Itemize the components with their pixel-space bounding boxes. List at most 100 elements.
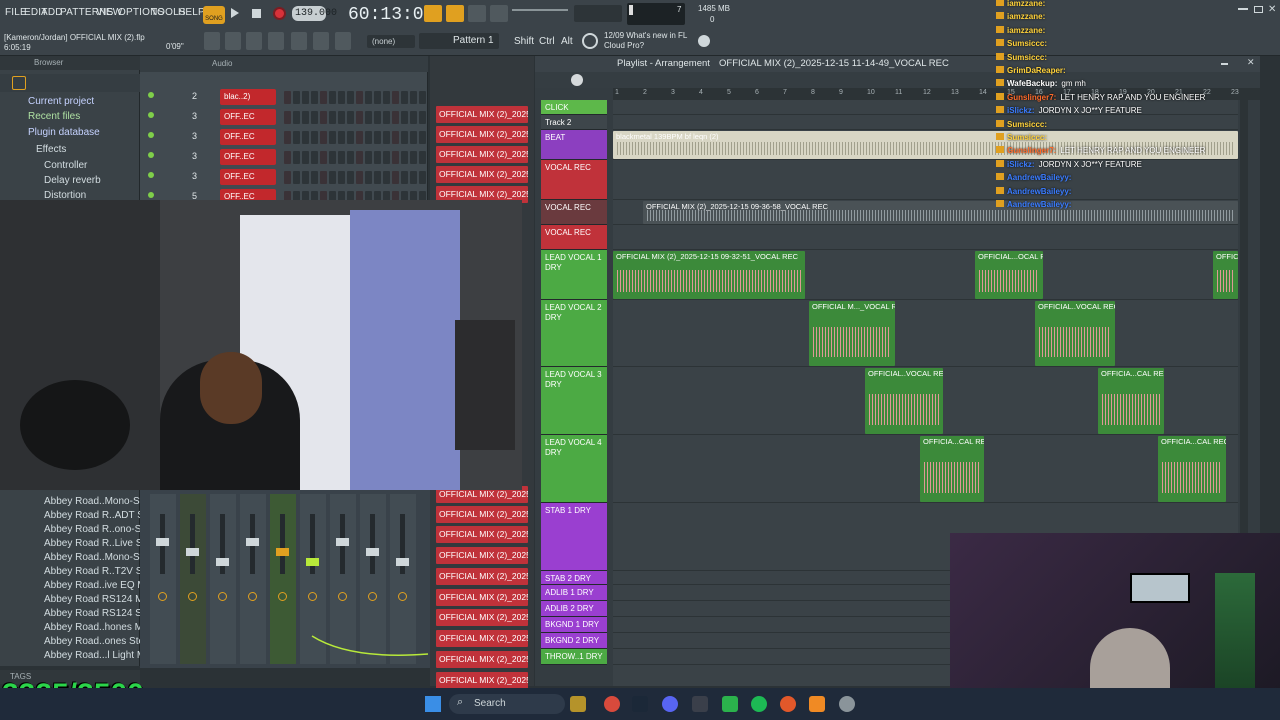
plugin-item[interactable]: Abbey Road..hones Mono — [0, 622, 140, 637]
lead-vocal-4-clip[interactable]: OFFICIA...CAL REC — [920, 436, 984, 502]
step-button[interactable] — [338, 171, 345, 184]
step-button[interactable] — [374, 151, 381, 164]
browser-icon[interactable] — [291, 32, 307, 50]
channel-name-button[interactable]: OFF..EC — [220, 109, 276, 125]
pattern-item[interactable]: OFFICIAL MIX (2)_2025-1... — [436, 609, 528, 626]
step-button[interactable] — [338, 131, 345, 144]
step-button[interactable] — [284, 131, 291, 144]
browser-item-distortion[interactable]: Distortion — [0, 190, 140, 200]
pattern-item[interactable]: OFFICIAL MIX (2)_2025-1... — [436, 672, 528, 689]
lead-vocal-1-clip-b[interactable]: OFFICIAL...OCAL REC — [975, 251, 1043, 299]
pan-knob-icon[interactable] — [308, 592, 317, 601]
step-button[interactable] — [410, 131, 417, 144]
step-button[interactable] — [374, 131, 381, 144]
track-header[interactable]: BEAT — [541, 130, 607, 160]
step-button[interactable] — [392, 111, 399, 124]
browser-item-controller[interactable]: Controller — [0, 160, 140, 175]
pattern-item[interactable]: OFFICIAL MIX (2)_2025-1... — [436, 506, 528, 523]
step-button[interactable] — [401, 171, 408, 184]
step-button[interactable] — [356, 171, 363, 184]
pan-knob-icon[interactable] — [338, 592, 347, 601]
browser-item-recent-files[interactable]: Recent files — [0, 111, 140, 126]
step-button[interactable] — [347, 111, 354, 124]
mixer-fader-handle[interactable] — [156, 538, 169, 546]
pattern-item[interactable]: OFFICIAL MIX (2)_2025-1... — [436, 526, 528, 543]
mixer-strip[interactable] — [210, 494, 236, 664]
metronome-icon[interactable] — [424, 5, 442, 22]
pattern-selector[interactable]: Pattern 1 — [419, 33, 499, 49]
shift-key[interactable]: Shift — [514, 36, 534, 47]
pan-knob-icon[interactable] — [248, 592, 257, 601]
menu-help[interactable]: HELP — [178, 7, 205, 18]
rack-filter-label[interactable]: Audio — [212, 59, 232, 68]
track-header[interactable]: LEAD VOCAL 2 DRY — [541, 300, 607, 367]
track-header[interactable]: ADLIB 1 DRY — [541, 585, 607, 601]
mixer-fader-handle[interactable] — [396, 558, 409, 566]
step-button[interactable] — [293, 111, 300, 124]
channel-led-icon[interactable] — [148, 92, 154, 98]
step-button[interactable] — [284, 171, 291, 184]
track-header[interactable]: LEAD VOCAL 1 DRY — [541, 250, 607, 300]
mixer-strip[interactable] — [240, 494, 266, 664]
step-button[interactable] — [329, 151, 336, 164]
step-button[interactable] — [356, 91, 363, 104]
step-button[interactable] — [302, 131, 309, 144]
pan-knob-icon[interactable] — [278, 592, 287, 601]
step-button[interactable] — [338, 151, 345, 164]
step-button[interactable] — [374, 111, 381, 124]
microphone-icon[interactable] — [335, 32, 351, 50]
event-icon[interactable] — [570, 696, 586, 712]
track-header[interactable]: BKGND 2 DRY — [541, 633, 607, 649]
news-icon[interactable] — [582, 33, 598, 49]
step-button[interactable] — [419, 151, 426, 164]
track-header[interactable]: VOCAL REC — [541, 160, 607, 200]
step-button[interactable] — [284, 91, 291, 104]
steam-icon[interactable] — [632, 696, 648, 712]
step-button[interactable] — [293, 131, 300, 144]
master-volume-slider[interactable] — [512, 9, 568, 11]
plugin-picker-icon[interactable] — [313, 32, 329, 50]
plugin-item[interactable]: Abbey Road..Mono-Stereo — [0, 552, 140, 567]
channel-row[interactable]: 3 OFF..EC — [148, 109, 426, 127]
track-header[interactable]: STAB 1 DRY — [541, 503, 607, 571]
step-button[interactable] — [401, 91, 408, 104]
step-button[interactable] — [302, 91, 309, 104]
minimize-icon[interactable] — [1238, 8, 1248, 10]
step-button[interactable] — [374, 171, 381, 184]
track-header[interactable]: CLICK — [541, 100, 607, 115]
maximize-icon[interactable] — [1254, 6, 1263, 13]
plugin-item[interactable]: Abbey Road R..ono-Stereo — [0, 524, 140, 539]
track-header[interactable]: VOCAL REC — [541, 200, 607, 225]
pattern-item[interactable]: OFFICIAL MIX (2)_2025-1... — [436, 166, 528, 183]
mixer-fader-handle[interactable] — [216, 558, 229, 566]
step-button[interactable] — [419, 91, 426, 104]
step-button[interactable] — [410, 151, 417, 164]
channel-name-button[interactable]: OFF..EC — [220, 129, 276, 145]
step-button[interactable] — [383, 151, 390, 164]
pan-knob-icon[interactable] — [218, 592, 227, 601]
step-button[interactable] — [401, 151, 408, 164]
spotify-icon[interactable] — [751, 696, 767, 712]
mixer-fader-handle[interactable] — [246, 538, 259, 546]
plugin-item[interactable]: Abbey Road..ones Stereo — [0, 636, 140, 651]
step-button[interactable] — [329, 111, 336, 124]
step-button[interactable] — [392, 91, 399, 104]
step-button[interactable] — [311, 151, 318, 164]
vocal-rec-clip[interactable]: OFFICIAL MIX (2)_2025-12-15 09-36-58_VOC… — [643, 201, 1238, 224]
step-button[interactable] — [356, 111, 363, 124]
track-header[interactable]: STAB 2 DRY — [541, 571, 607, 585]
step-button[interactable] — [356, 131, 363, 144]
step-button[interactable] — [347, 131, 354, 144]
lead-vocal-1-clip-c[interactable]: OFFICIAL...OCAL REC — [1213, 251, 1238, 299]
step-button[interactable] — [383, 131, 390, 144]
lead-vocal-2-clip-b[interactable]: OFFICIAL..VOCAL REC — [1035, 301, 1115, 366]
step-button[interactable] — [347, 171, 354, 184]
step-button[interactable] — [284, 151, 291, 164]
plugin-item[interactable]: Abbey Road R..T2V Stereo — [0, 566, 140, 581]
settings-icon[interactable] — [839, 696, 855, 712]
step-button[interactable] — [365, 131, 372, 144]
channel-led-icon[interactable] — [148, 112, 154, 118]
cloud-icon[interactable] — [698, 35, 710, 47]
browser-item-delay-reverb[interactable]: Delay reverb — [0, 175, 140, 190]
track-header[interactable]: BKGND 1 DRY — [541, 617, 607, 633]
